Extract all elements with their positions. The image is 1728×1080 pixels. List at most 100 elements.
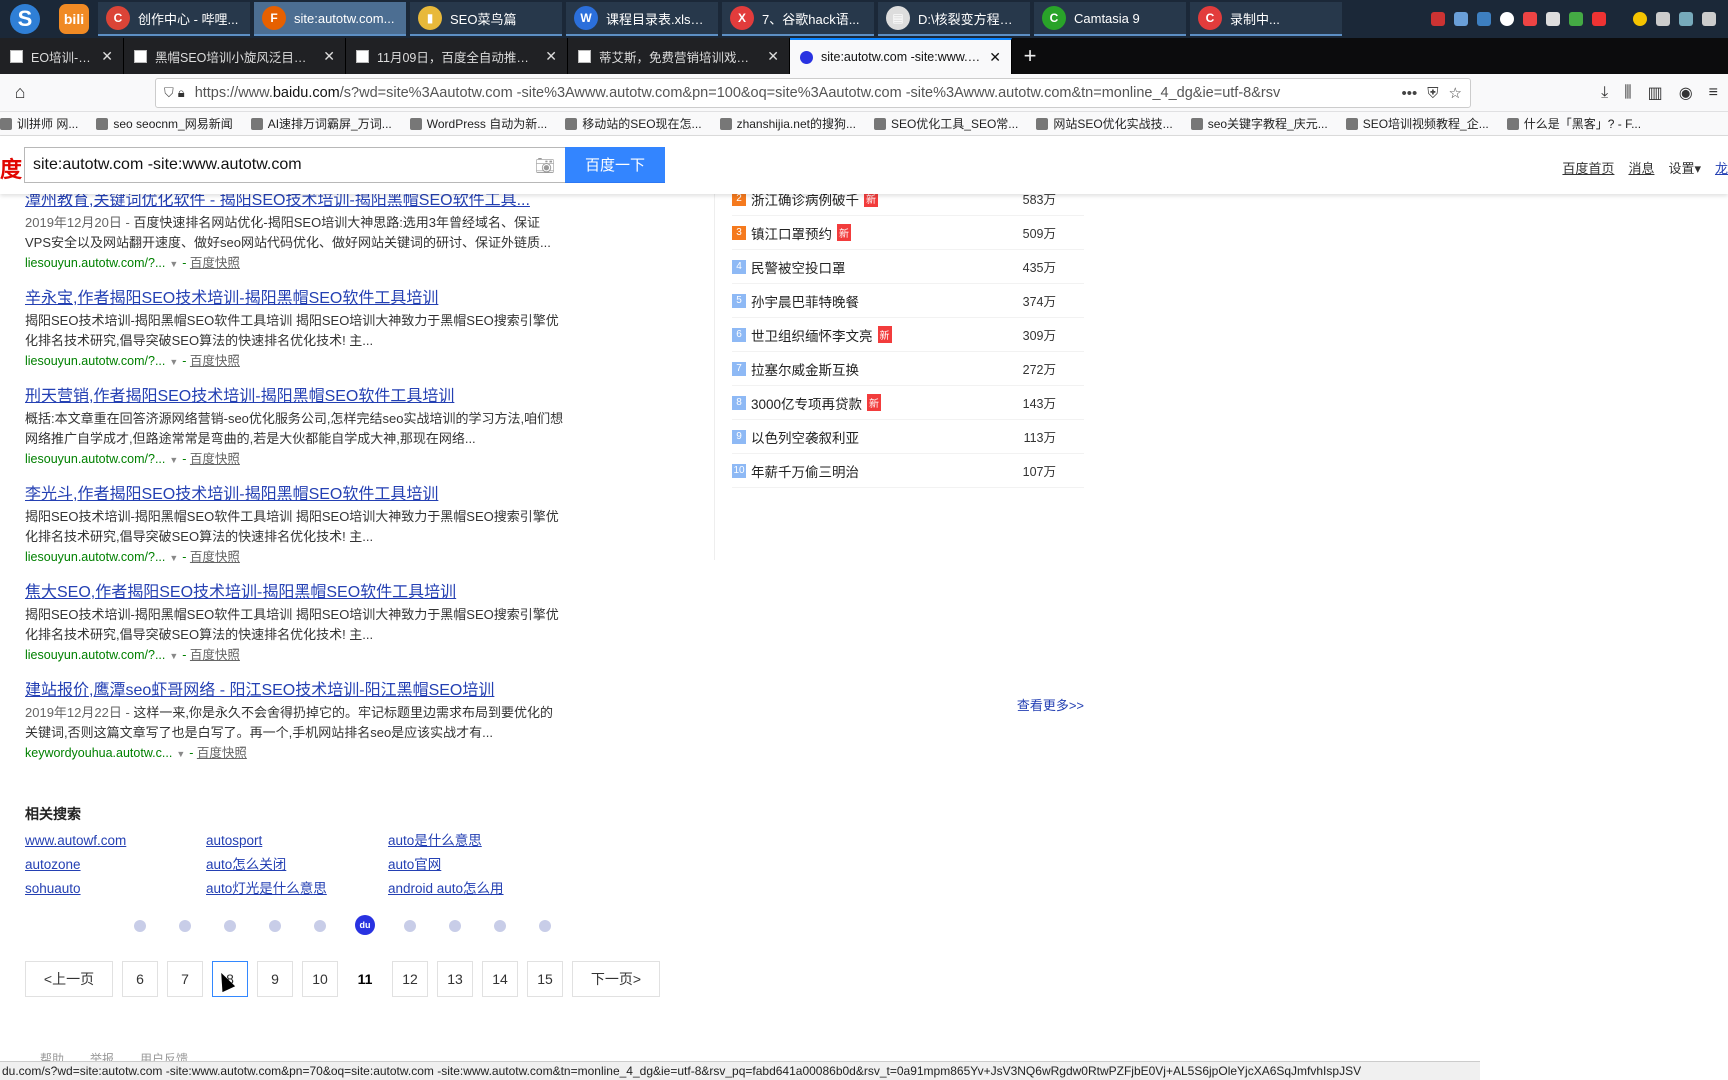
hot-more-link[interactable]: 查看更多>> bbox=[1017, 695, 1084, 714]
hot-search-item[interactable]: 10 年薪千万偷三明治 107万 bbox=[732, 454, 1084, 488]
hot-search-item[interactable]: 6 世卫组织缅怀李文亮新 309万 bbox=[732, 318, 1084, 352]
snapshot-link[interactable]: 百度快照 bbox=[190, 256, 240, 270]
bookmark-item[interactable]: 训拼师 网... bbox=[0, 115, 78, 132]
hot-title-link[interactable]: 民警被空投口罩 bbox=[751, 257, 846, 277]
tray-volume-icon[interactable] bbox=[1592, 12, 1606, 26]
hot-search-item[interactable]: 3 镇江口罩预约新 509万 bbox=[732, 216, 1084, 250]
bookmark-item[interactable]: SEO培训视频教程_企... bbox=[1345, 115, 1489, 132]
baidu-logo[interactable]: 度 bbox=[0, 152, 22, 184]
download-icon[interactable]: ⤓ bbox=[1601, 84, 1608, 102]
user-link[interactable]: 龙 bbox=[1715, 158, 1728, 177]
hot-title-link[interactable]: 年薪千万偷三明治 bbox=[751, 461, 859, 481]
new-tab-button[interactable]: + bbox=[1012, 38, 1048, 74]
tray-shield-icon[interactable] bbox=[1477, 12, 1491, 26]
settings-link[interactable]: 设置▾ bbox=[1668, 158, 1701, 177]
snapshot-link[interactable]: 百度快照 bbox=[190, 354, 240, 368]
hot-title-link[interactable]: 以色列空袭叙利亚 bbox=[751, 427, 859, 447]
result-url[interactable]: liesouyun.autotw.com/?... bbox=[25, 256, 165, 270]
taskbar-task[interactable]: ▮ SEO菜鸟篇 bbox=[410, 2, 562, 36]
bookmark-star-icon[interactable]: ☆ bbox=[1449, 84, 1462, 102]
page-number-button[interactable]: 13 bbox=[437, 920, 473, 997]
browser-tab[interactable]: EO培训-黑帽SEO ✕ bbox=[0, 38, 124, 74]
snapshot-link[interactable]: 百度快照 bbox=[197, 746, 247, 760]
browser-tab[interactable]: 11月09日，百度全自动推送工具 ✕ bbox=[346, 38, 568, 74]
tab-close-icon[interactable]: ✕ bbox=[101, 48, 113, 65]
taskbar-task[interactable]: W 课程目录表.xlsx ... bbox=[566, 2, 718, 36]
result-title-link[interactable]: 焦大SEO,作者揭阳SEO技术培训-揭阳黑帽SEO软件工具培训 bbox=[25, 582, 565, 604]
next-page-button[interactable]: 下一页> bbox=[572, 961, 660, 997]
dropdown-caret-icon[interactable]: ▼ bbox=[176, 749, 185, 759]
bookmark-item[interactable]: seo关键字教程_庆元... bbox=[1190, 115, 1328, 132]
related-search-link[interactable]: autozone bbox=[25, 856, 206, 874]
bookmark-item[interactable]: 移动站的SEO现在怎... bbox=[565, 115, 702, 132]
hot-search-item[interactable]: 5 孙宇晨巴菲特晚餐 374万 bbox=[732, 284, 1084, 318]
result-url[interactable]: liesouyun.autotw.com/?... bbox=[25, 550, 165, 564]
taskbar-task[interactable]: Fsite:autotw.com... bbox=[254, 2, 406, 36]
search-input[interactable]: site:autotw.com -site:www.autotw.com 📷︎ bbox=[24, 147, 565, 183]
bookmark-item[interactable]: 什么是「黑客」? - F... bbox=[1506, 115, 1641, 132]
camera-icon[interactable]: 📷︎ bbox=[535, 156, 555, 176]
related-search-link[interactable]: auto官网 bbox=[388, 856, 548, 874]
lock-icon[interactable]: 🔒︎ bbox=[178, 85, 185, 101]
result-title-link[interactable]: 刑天营销,作者揭阳SEO技术培训-揭阳黑帽SEO软件工具培训 bbox=[25, 386, 565, 408]
address-bar[interactable]: ⛉ 🔒︎ https://www.baidu.com/s?wd=site%3Aa… bbox=[155, 78, 1471, 108]
dropdown-caret-icon[interactable]: ▼ bbox=[169, 357, 178, 367]
hot-search-item[interactable]: 7 拉塞尔威金斯互换 272万 bbox=[732, 352, 1084, 386]
tab-close-icon[interactable]: ✕ bbox=[545, 48, 557, 65]
tab-close-icon[interactable]: ✕ bbox=[989, 49, 1001, 66]
result-title-link[interactable]: 辛永宝,作者揭阳SEO技术培训-揭阳黑帽SEO软件工具培训 bbox=[25, 288, 565, 310]
page-actions-icon[interactable]: ••• bbox=[1402, 85, 1418, 102]
related-search-link[interactable]: android auto怎么用 bbox=[388, 880, 548, 898]
taskbar-task[interactable]: C Camtasia 9 bbox=[1034, 2, 1186, 36]
tray-record-icon[interactable] bbox=[1523, 12, 1537, 26]
related-search-link[interactable]: autosport bbox=[206, 832, 388, 850]
start-app-icon[interactable]: S bbox=[0, 0, 50, 38]
messages-link[interactable]: 消息 bbox=[1628, 158, 1654, 177]
dropdown-caret-icon[interactable]: ▼ bbox=[169, 553, 178, 563]
tracking-shield-icon[interactable]: ⛉ bbox=[164, 85, 174, 101]
bookmark-item[interactable]: SEO优化工具_SEO常... bbox=[873, 115, 1018, 132]
pocket-icon[interactable]: ⛨ bbox=[1427, 85, 1438, 102]
taskbar-task[interactable]: C 创作中心 - 哔哩... bbox=[98, 2, 250, 36]
bookmark-item[interactable]: AI速排万词霸屏_万词... bbox=[250, 115, 392, 132]
baidu-home-link[interactable]: 百度首页 bbox=[1562, 158, 1614, 177]
hot-title-link[interactable]: 镇江口罩预约 bbox=[751, 223, 832, 243]
related-search-link[interactable]: sohuauto bbox=[25, 880, 206, 898]
page-number-button[interactable]: 14 bbox=[482, 920, 518, 997]
hot-title-link[interactable]: 孙宇晨巴菲特晚餐 bbox=[751, 291, 859, 311]
bookmark-item[interactable]: WordPress 自动为新... bbox=[409, 115, 547, 132]
tray-display-icon[interactable] bbox=[1454, 12, 1468, 26]
tray-security-icon[interactable] bbox=[1569, 12, 1583, 26]
tray-tool-icon[interactable] bbox=[1679, 12, 1693, 26]
hot-title-link[interactable]: 世卫组织缅怀李文亮 bbox=[751, 325, 873, 345]
browser-tab[interactable]: 黑帽SEO培训小旋风泛目录站群 ✕ bbox=[124, 38, 346, 74]
account-icon[interactable]: ◉ bbox=[1679, 83, 1693, 103]
sidebar-icon[interactable]: ▥ bbox=[1648, 83, 1663, 103]
browser-tab[interactable]: site:autotw.com -site:www.autotw.com ✕ bbox=[790, 38, 1012, 74]
result-title-link[interactable]: 建站报价,鹰潭seo虾哥网络 - 阳江SEO技术培训-阳江黑帽SEO培训 bbox=[25, 680, 565, 702]
home-icon[interactable]: ⌂ bbox=[0, 82, 40, 103]
hot-title-link[interactable]: 3000亿专项再贷款 bbox=[751, 393, 862, 413]
hot-title-link[interactable]: 拉塞尔威金斯互换 bbox=[751, 359, 859, 379]
hot-search-item[interactable]: 8 3000亿专项再贷款新 143万 bbox=[732, 386, 1084, 420]
dropdown-caret-icon[interactable]: ▼ bbox=[169, 259, 178, 269]
tray-app-icon[interactable] bbox=[1431, 12, 1445, 26]
library-icon[interactable]: ⫼ bbox=[1624, 84, 1631, 102]
taskbar-task[interactable]: C 录制中... bbox=[1190, 2, 1342, 36]
dropdown-caret-icon[interactable]: ▼ bbox=[169, 651, 178, 661]
bookmark-item[interactable]: 网站SEO优化实战技... bbox=[1036, 115, 1173, 132]
url-text[interactable]: https://www.baidu.com/s?wd=site%3Aautotw… bbox=[195, 85, 1392, 101]
page-number-button[interactable]: 7 bbox=[167, 920, 203, 997]
result-url[interactable]: liesouyun.autotw.com/?... bbox=[25, 648, 165, 662]
related-search-link[interactable]: www.autowf.com bbox=[25, 832, 206, 850]
taskbar-task[interactable]: ▤ D:\核裂变方程式... bbox=[878, 2, 1030, 36]
browser-tab[interactable]: 蒂艾斯，免费营销培训戏曲网 ✕ bbox=[568, 38, 790, 74]
page-number-button[interactable]: 10 bbox=[302, 920, 338, 997]
search-button[interactable]: 百度一下 bbox=[565, 147, 665, 183]
hot-search-item[interactable]: 4 民警被空投口罩 435万 bbox=[732, 250, 1084, 284]
tray-add-icon[interactable] bbox=[1633, 12, 1647, 26]
prev-page-button[interactable]: <上一页 bbox=[25, 961, 113, 997]
tray-settings-icon[interactable] bbox=[1702, 12, 1716, 26]
bookmark-item[interactable]: seo seocnm_网易新闻 bbox=[96, 115, 233, 132]
related-search-link[interactable]: auto是什么意思 bbox=[388, 832, 548, 850]
